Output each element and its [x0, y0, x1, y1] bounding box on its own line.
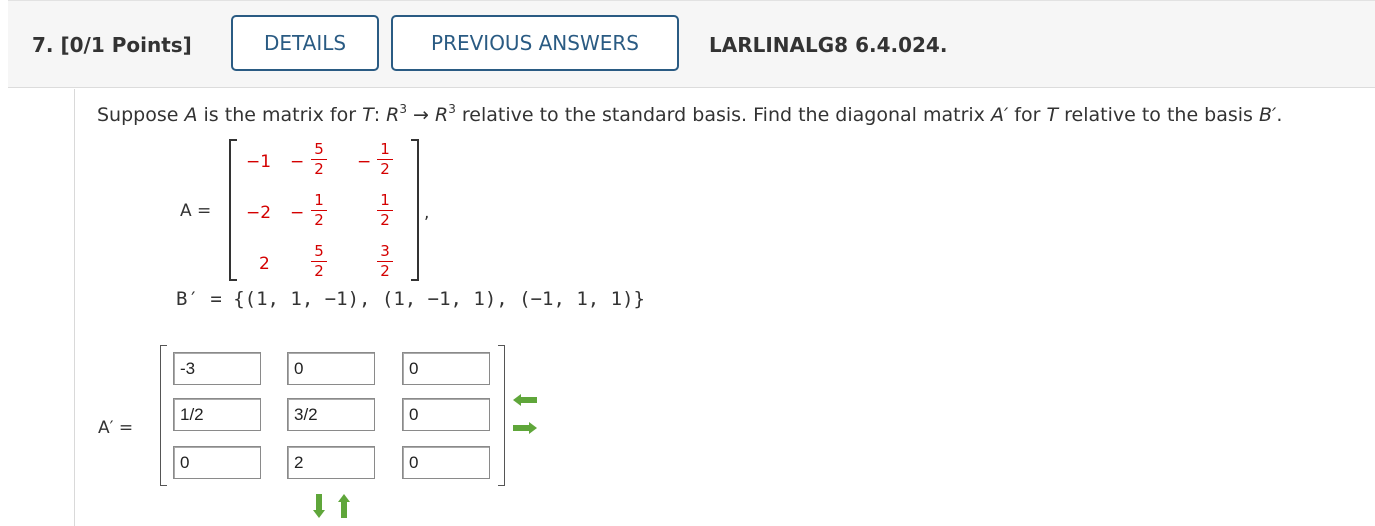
- previous-answers-button[interactable]: PREVIOUS ANSWERS: [391, 15, 679, 71]
- matrix-a-r2c2-sign: −: [290, 203, 305, 223]
- question-points: [0/1 Points]: [60, 33, 192, 57]
- answer-cell-r1c2[interactable]: [287, 352, 375, 385]
- add-row-arrow-icon[interactable]: [313, 494, 325, 518]
- remove-row-arrow-icon[interactable]: [338, 494, 350, 518]
- prompt-text: relative to the basis: [1058, 104, 1259, 126]
- answer-cell-r3c3[interactable]: [402, 446, 490, 479]
- prompt-text: for: [1008, 104, 1047, 126]
- prompt-var-r: R: [386, 104, 400, 126]
- matrix-a-label: A =: [180, 201, 212, 221]
- question-title: 7. [0/1 Points]: [32, 33, 192, 57]
- answer-cell-r2c1[interactable]: [173, 398, 261, 431]
- matrix-a-comma: ,: [424, 203, 430, 223]
- numerator: 1: [380, 191, 390, 209]
- numerator: 3: [380, 242, 390, 260]
- answer-cell-r3c1[interactable]: [173, 446, 261, 479]
- matrix-a-left-bracket: [229, 139, 237, 281]
- basis-b-prime: B′ = {(1, 1, −1), (1, −1, 1), (−1, 1, 1)…: [176, 288, 645, 310]
- prompt-var-a: A: [184, 104, 198, 126]
- prompt-exponent: 3: [448, 102, 456, 116]
- denominator: 2: [380, 211, 390, 229]
- details-button[interactable]: DETAILS: [231, 15, 379, 71]
- numerator: 1: [380, 140, 390, 158]
- prompt-var-r: R: [435, 104, 449, 126]
- answer-left-bracket: [160, 345, 167, 486]
- matrix-a-r3c1: 2: [259, 254, 270, 274]
- matrix-a-r2c3: 12: [376, 192, 394, 229]
- matrix-a-r2c2: 12: [310, 192, 328, 229]
- matrix-a-r1c1: −1: [246, 152, 272, 172]
- question-number: 7.: [32, 33, 54, 57]
- answer-cell-r2c3[interactable]: [402, 398, 490, 431]
- answer-cell-r1c1[interactable]: [173, 352, 261, 385]
- denominator: 2: [380, 262, 390, 280]
- answer-right-bracket: [498, 345, 505, 486]
- question-reference: LARLINALG8 6.4.024.: [709, 33, 948, 57]
- prompt-text: Suppose: [97, 104, 185, 126]
- add-column-arrow-icon[interactable]: [513, 422, 537, 434]
- denominator: 2: [314, 211, 324, 229]
- prompt-arrow: →: [407, 104, 436, 126]
- matrix-a-r3c3: 32: [376, 243, 394, 280]
- question-header: 7. [0/1 Points]: [8, 0, 1375, 88]
- matrix-a-r1c2-sign: −: [290, 152, 305, 172]
- answer-cell-r3c2[interactable]: [287, 446, 375, 479]
- matrix-a-r2c1: −2: [246, 203, 272, 223]
- matrix-a-r1c3-sign: −: [357, 152, 372, 172]
- prompt-text: is the matrix for: [197, 104, 363, 126]
- numerator: 1: [314, 191, 324, 209]
- question-prompt: Suppose A is the matrix for T: R3 → R3 r…: [97, 102, 1282, 126]
- prompt-var-bprime: B′: [1259, 104, 1277, 126]
- answer-matrix-label: A′ =: [98, 418, 134, 438]
- answer-cell-r1c3[interactable]: [402, 352, 490, 385]
- prompt-var-aprime: A′: [990, 104, 1009, 126]
- matrix-a-right-bracket: [411, 139, 419, 281]
- numerator: 5: [314, 242, 324, 260]
- prompt-text: .: [1276, 104, 1283, 126]
- denominator: 2: [314, 160, 324, 178]
- answer-cell-r2c2[interactable]: [287, 398, 375, 431]
- prompt-exponent: 3: [399, 102, 408, 116]
- content-left-border: [74, 89, 75, 526]
- numerator: 5: [314, 140, 324, 158]
- matrix-a-r1c2: 52: [310, 141, 328, 178]
- remove-column-arrow-icon[interactable]: [513, 394, 537, 406]
- denominator: 2: [314, 262, 324, 280]
- matrix-a-r1c3: 12: [376, 141, 394, 178]
- prompt-var-t: T: [362, 104, 374, 126]
- prompt-text: :: [373, 104, 387, 126]
- matrix-a-r3c2: 52: [310, 243, 328, 280]
- prompt-var-t: T: [1046, 104, 1059, 126]
- prompt-text: relative to the standard basis. Find the…: [455, 104, 991, 126]
- denominator: 2: [380, 160, 390, 178]
